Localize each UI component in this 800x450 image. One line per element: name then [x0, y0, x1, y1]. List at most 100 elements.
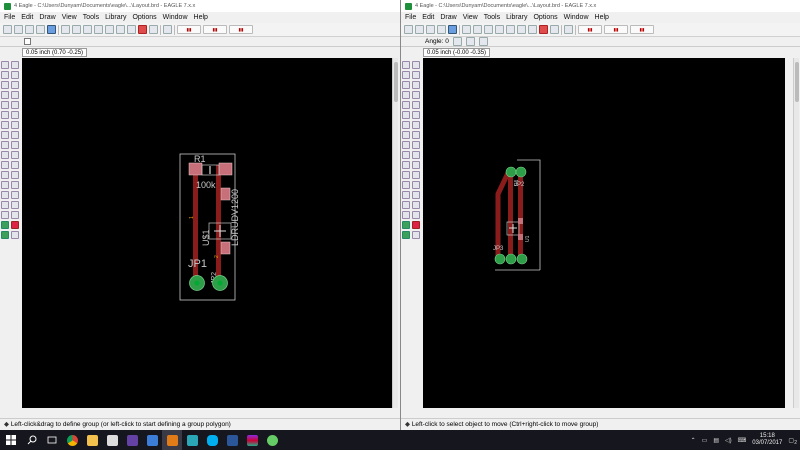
stop-icon[interactable] [138, 25, 147, 34]
menu-library[interactable]: Library [506, 14, 527, 21]
miter-icon[interactable] [402, 141, 410, 149]
value-icon[interactable] [402, 131, 410, 139]
redraw-icon[interactable] [105, 25, 114, 34]
split-icon[interactable] [11, 141, 19, 149]
errors-icon[interactable] [11, 231, 19, 239]
group-icon[interactable] [402, 101, 410, 109]
save-icon[interactable] [415, 25, 424, 34]
maps-icon[interactable] [182, 430, 202, 450]
twitch-icon[interactable] [122, 430, 142, 450]
copy-icon[interactable] [412, 81, 420, 89]
mirror-toggle-icon[interactable] [478, 37, 488, 46]
redo-icon[interactable] [528, 25, 537, 34]
smash-icon[interactable] [412, 131, 420, 139]
delete-icon[interactable] [11, 111, 19, 119]
menu-options[interactable]: Options [132, 14, 156, 21]
cam-icon[interactable] [36, 25, 45, 34]
drc-icon[interactable]: ▮▮ [578, 25, 602, 34]
paste-icon[interactable] [402, 111, 410, 119]
menu-edit[interactable]: Edit [21, 14, 33, 21]
display-icon[interactable] [402, 71, 410, 79]
mirror-icon[interactable] [1, 91, 9, 99]
show-icon[interactable] [412, 61, 420, 69]
store-icon[interactable] [142, 430, 162, 450]
wire-icon[interactable] [412, 161, 420, 169]
change-icon[interactable] [11, 101, 19, 109]
save-icon[interactable] [14, 25, 23, 34]
ratsnest-icon[interactable] [412, 211, 420, 219]
start-button[interactable] [0, 430, 22, 450]
menu-window[interactable]: Window [564, 14, 589, 21]
text-icon[interactable] [402, 171, 410, 179]
right-vertical-scrollbar[interactable] [793, 58, 799, 408]
print-icon[interactable] [426, 25, 435, 34]
rect-icon[interactable] [11, 181, 19, 189]
attribute-icon[interactable] [11, 201, 19, 209]
rotate-right-icon[interactable] [465, 37, 475, 46]
name-icon[interactable] [412, 121, 420, 129]
auto-icon[interactable] [1, 221, 9, 229]
zoom-select-icon[interactable] [495, 25, 504, 34]
name-icon[interactable] [11, 121, 19, 129]
drc-icon[interactable]: ▮▮ [177, 25, 201, 34]
battery-icon[interactable]: ▭ [702, 437, 708, 444]
keyboard-icon[interactable]: ⌨ [738, 437, 747, 444]
menu-view[interactable]: View [463, 14, 478, 21]
erc-icon[interactable]: ▮▮ [203, 25, 227, 34]
dimension-icon[interactable] [1, 211, 9, 219]
green-app-icon[interactable] [262, 430, 282, 450]
info-icon[interactable] [1, 61, 9, 69]
ratsnest-icon[interactable] [11, 211, 19, 219]
zoom-out-icon[interactable] [484, 25, 493, 34]
rect-icon[interactable] [412, 181, 420, 189]
copy-icon[interactable] [11, 81, 19, 89]
move-icon[interactable] [1, 81, 9, 89]
eagle-icon[interactable] [162, 430, 182, 450]
scroll-thumb[interactable] [795, 62, 799, 102]
zoom-select-icon[interactable] [94, 25, 103, 34]
search-icon[interactable] [22, 430, 42, 450]
circle-icon[interactable] [11, 171, 19, 179]
volume-icon[interactable]: ◁) [725, 437, 732, 444]
redraw-icon[interactable] [506, 25, 515, 34]
autorouter-icon[interactable]: ▮▮ [630, 25, 654, 34]
optimize-icon[interactable] [402, 151, 410, 159]
cam-icon[interactable] [437, 25, 446, 34]
add-icon[interactable] [1, 121, 9, 129]
board-switch-icon[interactable] [448, 25, 457, 34]
chrome-icon[interactable] [62, 430, 82, 450]
erc-icon[interactable]: ▮▮ [604, 25, 628, 34]
drc-check-icon[interactable] [1, 231, 9, 239]
route-icon[interactable] [11, 151, 19, 159]
route-icon[interactable] [412, 151, 420, 159]
menu-tools[interactable]: Tools [484, 14, 500, 21]
menu-edit[interactable]: Edit [422, 14, 434, 21]
redo-icon[interactable] [127, 25, 136, 34]
display-icon[interactable] [1, 71, 9, 79]
show-hidden-icon[interactable]: ⌃ [691, 437, 696, 444]
menu-help[interactable]: Help [194, 14, 208, 21]
via-icon[interactable] [412, 191, 420, 199]
zoom-fit-icon[interactable] [61, 25, 70, 34]
polygon-icon[interactable] [402, 191, 410, 199]
open-icon[interactable] [3, 25, 12, 34]
network-icon[interactable]: ▤ [713, 437, 719, 444]
go-icon[interactable] [149, 25, 158, 34]
menu-tools[interactable]: Tools [83, 14, 99, 21]
wire-icon[interactable] [11, 161, 19, 169]
errors-icon[interactable] [412, 231, 420, 239]
menu-draw[interactable]: Draw [39, 14, 55, 21]
undo-icon[interactable] [517, 25, 526, 34]
help-icon[interactable] [163, 25, 172, 34]
action-center-icon[interactable]: ▢ 2 [788, 437, 797, 446]
value-icon[interactable] [1, 131, 9, 139]
miter-icon[interactable] [1, 141, 9, 149]
erc-check-icon[interactable] [11, 221, 19, 229]
circle-icon[interactable] [412, 171, 420, 179]
menu-draw[interactable]: Draw [440, 14, 456, 21]
menu-options[interactable]: Options [533, 14, 557, 21]
zoom-in-icon[interactable] [473, 25, 482, 34]
go-icon[interactable] [550, 25, 559, 34]
open-icon[interactable] [404, 25, 413, 34]
delete-icon[interactable] [412, 111, 420, 119]
